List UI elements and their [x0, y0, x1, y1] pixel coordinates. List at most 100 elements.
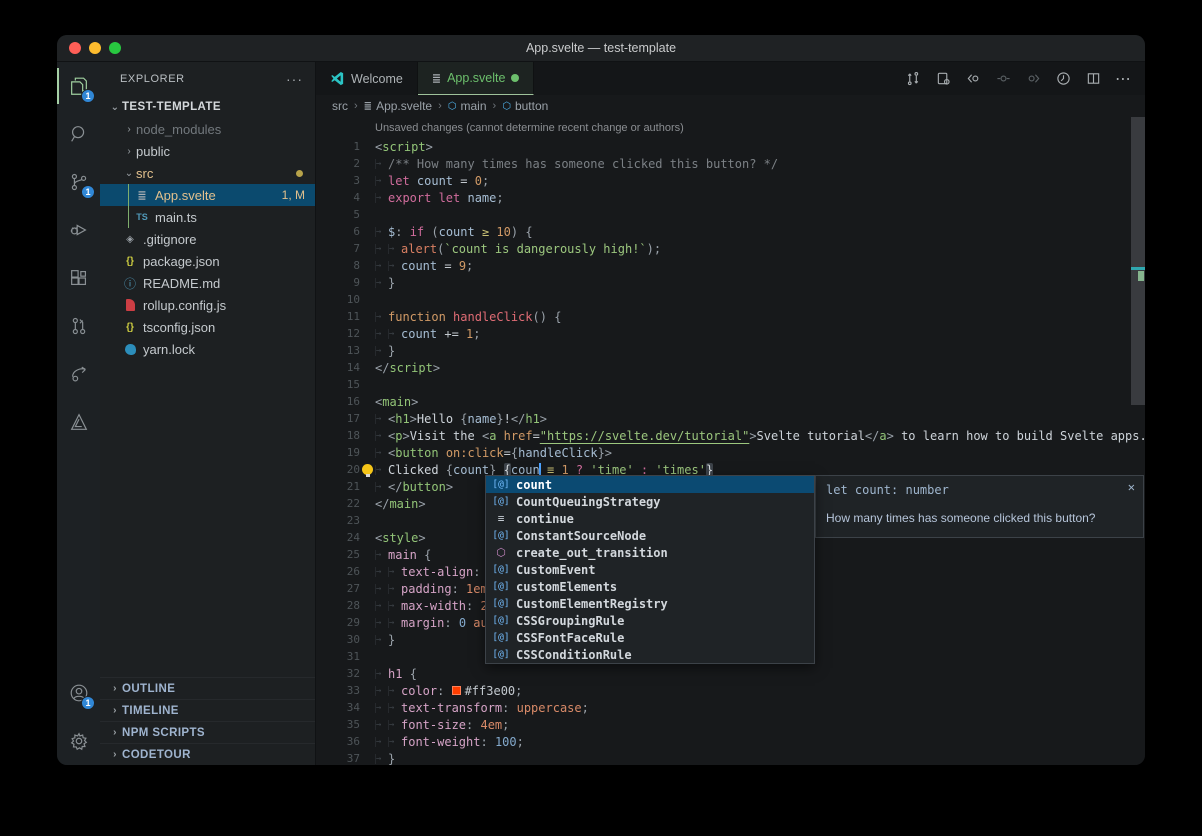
- line-number: 1: [316, 140, 360, 153]
- tab-whitespace-icon: →: [375, 176, 388, 186]
- line-number: 20: [316, 463, 360, 476]
- split-editor-icon[interactable]: [1085, 71, 1101, 87]
- line-number: 26: [316, 565, 360, 578]
- tab-app-svelte[interactable]: ≣ App.svelte: [418, 62, 535, 95]
- symbol-variable-icon: [@]: [492, 564, 510, 575]
- line-number: 8: [316, 259, 360, 272]
- close-icon[interactable]: ✕: [1128, 480, 1135, 494]
- tab-whitespace-icon: →: [388, 261, 401, 271]
- tab-whitespace-icon: →: [375, 686, 388, 696]
- settings-button[interactable]: [57, 717, 100, 765]
- suggestion-signature: let count: number: [826, 483, 1133, 497]
- explorer-more-actions-icon[interactable]: ···: [286, 71, 303, 87]
- suggestion-label: CountQueuingStrategy: [516, 495, 661, 509]
- line-number: 28: [316, 599, 360, 612]
- breadcrumb-item-file[interactable]: App.svelte: [376, 99, 432, 113]
- file-label: README.md: [143, 276, 220, 291]
- more-actions-icon[interactable]: ⋯: [1115, 71, 1131, 87]
- sidebar-explorer: EXPLORER ··· ⌄ TEST-TEMPLATE ›node_modul…: [100, 62, 316, 765]
- activity-github-pr-button[interactable]: [57, 302, 100, 350]
- activity-explorer-button[interactable]: 1: [57, 62, 100, 110]
- breadcrumb-item-src[interactable]: src: [332, 99, 348, 113]
- file-tree-item-public[interactable]: ›public: [100, 140, 315, 162]
- code-line-9: 9→}: [316, 274, 1145, 291]
- file-tree-item-src[interactable]: ⌄src: [100, 162, 315, 184]
- tab-whitespace-icon: →: [375, 227, 388, 237]
- typescript-file-icon: TS: [134, 212, 150, 222]
- breadcrumb-item-main[interactable]: main: [461, 99, 487, 113]
- suggestion-item-customelements[interactable]: [@]customElements: [486, 578, 814, 595]
- suggestion-item-countqueuingstrategy[interactable]: [@]CountQueuingStrategy: [486, 493, 814, 510]
- workspace-section-header[interactable]: ⌄ TEST-TEMPLATE: [100, 96, 315, 118]
- indent-guide: [128, 184, 129, 206]
- tab-whitespace-icon: →: [388, 737, 401, 747]
- activity-extensions-button[interactable]: [57, 254, 100, 302]
- gitlens-annotation: Unsaved changes (cannot determine recent…: [316, 117, 1145, 138]
- next-change-icon[interactable]: [1025, 71, 1041, 87]
- sidebar-section-npm-scripts[interactable]: ›NPM SCRIPTS: [100, 721, 315, 743]
- tab-welcome[interactable]: Welcome: [316, 62, 418, 95]
- tab-whitespace-icon: →: [375, 465, 388, 475]
- suggestion-item-cssconditionrule[interactable]: [@]CSSConditionRule: [486, 646, 814, 663]
- symbol-variable-icon: [@]: [492, 581, 510, 592]
- suggestion-item-cssgroupingrule[interactable]: [@]CSSGroupingRule: [486, 612, 814, 629]
- activity-source-control-button[interactable]: 1: [57, 158, 100, 206]
- file-tree-item-yarn-lock[interactable]: yarn.lock: [100, 338, 315, 360]
- tab-whitespace-icon: →: [375, 720, 388, 730]
- json-file-icon: {}: [122, 256, 138, 267]
- suggestion-item-cssfontfacerule[interactable]: [@]CSSFontFaceRule: [486, 629, 814, 646]
- file-tree-item-readme-md[interactable]: ⓘREADME.md: [100, 272, 315, 294]
- suggestion-item-create_out_transition[interactable]: ⬡create_out_transition: [486, 544, 814, 561]
- tab-whitespace-icon: →: [375, 635, 388, 645]
- line-number: 19: [316, 446, 360, 459]
- suggestion-item-customelementregistry[interactable]: [@]CustomElementRegistry: [486, 595, 814, 612]
- chevron-right-icon: ›: [108, 727, 122, 738]
- file-tree-item-node-modules[interactable]: ›node_modules: [100, 118, 315, 140]
- sidebar-section-codetour[interactable]: ›CODETOUR: [100, 743, 315, 765]
- suggestion-item-count[interactable]: [@]count: [486, 476, 814, 493]
- file-tree-item-tsconfig-json[interactable]: {}tsconfig.json: [100, 316, 315, 338]
- activity-azure-button[interactable]: [57, 398, 100, 446]
- suggestion-item-continue[interactable]: ≡continue: [486, 510, 814, 527]
- editor-actions: ⋯: [905, 62, 1145, 95]
- file-label: main.ts: [155, 210, 197, 225]
- breadcrumb-item-button[interactable]: button: [515, 99, 548, 113]
- file-tree-item-main-ts[interactable]: TS main.ts: [100, 206, 315, 228]
- file-label: src: [136, 166, 153, 181]
- symbol-module-icon: ⬡: [492, 546, 510, 559]
- tab-whitespace-icon: →: [375, 244, 388, 254]
- code-lines: 1<script>2→/** How many times has someon…: [316, 138, 1145, 765]
- git-file-icon: ◈: [122, 234, 138, 245]
- code-editor[interactable]: Unsaved changes (cannot determine recent…: [316, 117, 1145, 765]
- sidebar-section-outline[interactable]: ›OUTLINE: [100, 677, 315, 699]
- file-tree-item--gitignore[interactable]: ◈.gitignore: [100, 228, 315, 250]
- timeline-icon[interactable]: [1055, 71, 1071, 87]
- accounts-button[interactable]: 1: [57, 669, 100, 717]
- line-number: 21: [316, 480, 360, 493]
- suggestion-label: count: [516, 478, 552, 492]
- compare-changes-icon[interactable]: [905, 71, 921, 87]
- suggestion-item-constantsourcenode[interactable]: [@]ConstantSourceNode: [486, 527, 814, 544]
- lightbulb-icon[interactable]: [362, 464, 373, 475]
- current-change-icon[interactable]: [995, 71, 1011, 87]
- suggestion-label: ConstantSourceNode: [516, 529, 646, 543]
- vscode-window: App.svelte — test-template 1 1: [57, 35, 1145, 765]
- code-line-4: 4→export let name;: [316, 189, 1145, 206]
- activity-run-debug-button[interactable]: [57, 206, 100, 254]
- gear-icon: [68, 730, 90, 752]
- previous-change-icon[interactable]: [965, 71, 981, 87]
- sidebar-bottom-sections: ›OUTLINE›TIMELINE›NPM SCRIPTS›CODETOUR: [100, 677, 315, 765]
- line-number: 33: [316, 684, 360, 697]
- svelte-file-icon: ≣: [432, 72, 441, 85]
- line-number: 27: [316, 582, 360, 595]
- line-number: 31: [316, 650, 360, 663]
- suggestion-item-customevent[interactable]: [@]CustomEvent: [486, 561, 814, 578]
- open-changes-icon[interactable]: [935, 71, 951, 87]
- sidebar-section-timeline[interactable]: ›TIMELINE: [100, 699, 315, 721]
- activity-search-button[interactable]: [57, 110, 100, 158]
- vertical-scrollbar[interactable]: [1131, 117, 1145, 405]
- file-tree-item-rollup-config-js[interactable]: rollup.config.js: [100, 294, 315, 316]
- activity-live-share-button[interactable]: [57, 350, 100, 398]
- file-tree-item-app-svelte[interactable]: ≣App.svelte1, M: [100, 184, 315, 206]
- file-tree-item-package-json[interactable]: {}package.json: [100, 250, 315, 272]
